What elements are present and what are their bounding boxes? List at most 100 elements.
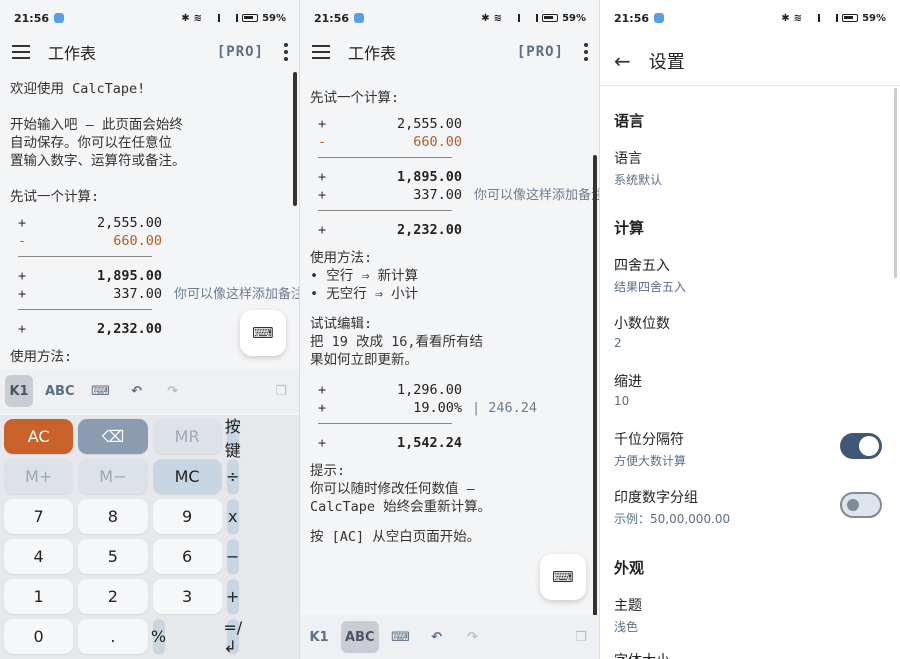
- scrollbar[interactable]: [593, 155, 597, 620]
- welcome-text: 欢迎使用 CalcTape!: [10, 81, 146, 97]
- total-divider: [318, 210, 452, 211]
- pro-button[interactable]: [PRO]: [517, 44, 564, 60]
- app-notification-icon: [54, 13, 65, 23]
- status-bar: 21:56 ✱ ≋ 59%: [300, 0, 600, 36]
- edit-title: 试试编辑:: [310, 316, 373, 332]
- menu-icon[interactable]: [312, 45, 330, 59]
- back-arrow-icon[interactable]: ←: [614, 49, 631, 73]
- key-8[interactable]: 7: [4, 499, 74, 534]
- key-1[interactable]: ⌫: [78, 419, 148, 454]
- tip-title: 提示:: [310, 463, 346, 479]
- tape-row: +2,555.00: [318, 116, 462, 132]
- tip-line: 你可以随时修改任何数值 —: [310, 481, 475, 497]
- more-options-icon[interactable]: [284, 43, 288, 61]
- key-21[interactable]: .: [78, 619, 148, 654]
- key-12[interactable]: 4: [4, 539, 74, 574]
- key-9[interactable]: 8: [78, 499, 148, 534]
- settings-header: ← 设置: [600, 36, 900, 86]
- tape-row: +1,895.00: [18, 268, 162, 284]
- k1-mode-button[interactable]: K1: [305, 621, 333, 653]
- signal-icon: [824, 14, 839, 22]
- copy-icon[interactable]: ❐: [567, 621, 595, 653]
- key-18[interactable]: 3: [152, 579, 222, 614]
- input-toolbar: K1 ABC ⌨ ↶ ↷ ❐: [300, 615, 600, 659]
- settings-screen: 21:56 ✱ ≋ 59% ← 设置 语言 语言 系统默认 计算 四舍五入 结果…: [600, 0, 900, 659]
- key-5[interactable]: M−: [78, 459, 148, 494]
- key-15[interactable]: −: [226, 539, 239, 574]
- tape-row: +337.00 你可以像这样添加备注: [10, 285, 300, 303]
- key-19[interactable]: +: [226, 579, 239, 614]
- tape-row: -660.00: [18, 233, 162, 249]
- more-options-icon[interactable]: [584, 43, 588, 61]
- keyboard-hide-icon: ⌨: [252, 324, 274, 342]
- redo-icon[interactable]: ↷: [159, 375, 187, 407]
- keyboard-toggle-button[interactable]: ⌨: [240, 310, 286, 356]
- key-4[interactable]: M+: [4, 459, 74, 494]
- setting-indent[interactable]: 缩进 10: [614, 371, 886, 408]
- key-0[interactable]: AC: [4, 419, 74, 454]
- key-7[interactable]: ÷: [226, 459, 239, 494]
- menu-icon[interactable]: [12, 45, 30, 59]
- battery-icon: [542, 14, 559, 22]
- key-6[interactable]: MC: [152, 459, 222, 494]
- edit-line: 把 19 改成 16,看看所有结: [310, 334, 484, 350]
- status-time: 21:56: [14, 11, 50, 25]
- key-17[interactable]: 2: [78, 579, 148, 614]
- tape-editor[interactable]: 先试一个计算: +2,555.00 -660.00 +1,895.00 +337…: [310, 89, 600, 546]
- abc-mode-button[interactable]: ABC: [341, 621, 379, 653]
- section-header-appearance: 外观: [614, 559, 645, 577]
- setting-decimal-places[interactable]: 小数位数 2: [614, 313, 886, 350]
- key-10[interactable]: 9: [152, 499, 222, 534]
- keyboard-icon[interactable]: ⌨: [387, 621, 415, 653]
- tape-note: 你可以像这样添加备注: [474, 188, 600, 203]
- copy-icon[interactable]: ❐: [267, 375, 295, 407]
- thousands-separator-toggle[interactable]: [840, 433, 882, 459]
- page-title: 设置: [648, 51, 685, 73]
- app-notification-icon: [354, 13, 365, 23]
- battery-icon: [242, 14, 259, 22]
- keyboard-icon[interactable]: ⌨: [87, 375, 115, 407]
- setting-title: 主题: [614, 598, 642, 614]
- key-11[interactable]: x: [226, 499, 239, 534]
- key-16[interactable]: 1: [4, 579, 74, 614]
- bluetooth-icon: ✱: [781, 12, 790, 24]
- wifi-icon: ≋: [793, 12, 803, 24]
- setting-title: 小数位数: [614, 316, 670, 332]
- try-calc-text: 先试一个计算:: [10, 189, 100, 205]
- signal-icon: [224, 14, 239, 22]
- key-20[interactable]: 0: [4, 619, 74, 654]
- bluetooth-icon: ✱: [481, 12, 490, 24]
- key-23[interactable]: =/↲: [223, 618, 242, 656]
- signal-icon: [524, 14, 539, 22]
- k1-mode-button[interactable]: K1: [5, 375, 33, 407]
- intro-line: 自动保存。你可以在任意位: [10, 135, 172, 151]
- key-13[interactable]: 5: [78, 539, 148, 574]
- setting-language[interactable]: 语言 系统默认: [614, 148, 886, 188]
- page-title: 工作表: [48, 44, 97, 63]
- tape-total: +2,232.00: [318, 222, 462, 238]
- tape-row: +2,555.00: [18, 215, 162, 231]
- setting-theme[interactable]: 主题 浅色: [614, 595, 886, 635]
- redo-icon[interactable]: ↷: [459, 621, 487, 653]
- try-calc-text: 先试一个计算:: [310, 90, 400, 106]
- setting-font-size[interactable]: 字体大小: [614, 650, 886, 659]
- scrollbar[interactable]: [293, 72, 297, 206]
- undo-icon[interactable]: ↶: [423, 621, 451, 653]
- app-bar: 工作表 [PRO]: [300, 36, 600, 68]
- indian-grouping-toggle[interactable]: [840, 492, 882, 518]
- setting-rounding[interactable]: 四舍五入 结果四舍五入: [614, 255, 886, 295]
- battery-percent: 59%: [862, 12, 886, 24]
- key-14[interactable]: 6: [152, 539, 222, 574]
- key-3[interactable]: 按键: [225, 417, 241, 460]
- status-bar: 21:56 ✱ ≋ 59%: [600, 0, 900, 36]
- key-2[interactable]: MR: [152, 419, 222, 454]
- page-title: 工作表: [348, 44, 397, 63]
- pro-button[interactable]: [PRO]: [217, 44, 264, 60]
- scrollbar[interactable]: [894, 88, 897, 278]
- wifi-icon: ≋: [193, 12, 203, 24]
- key-22[interactable]: %: [151, 619, 166, 654]
- keyboard-toggle-button[interactable]: ⌨: [540, 554, 586, 600]
- tape-row: -660.00: [318, 134, 462, 150]
- abc-mode-button[interactable]: ABC: [41, 375, 79, 407]
- undo-icon[interactable]: ↶: [123, 375, 151, 407]
